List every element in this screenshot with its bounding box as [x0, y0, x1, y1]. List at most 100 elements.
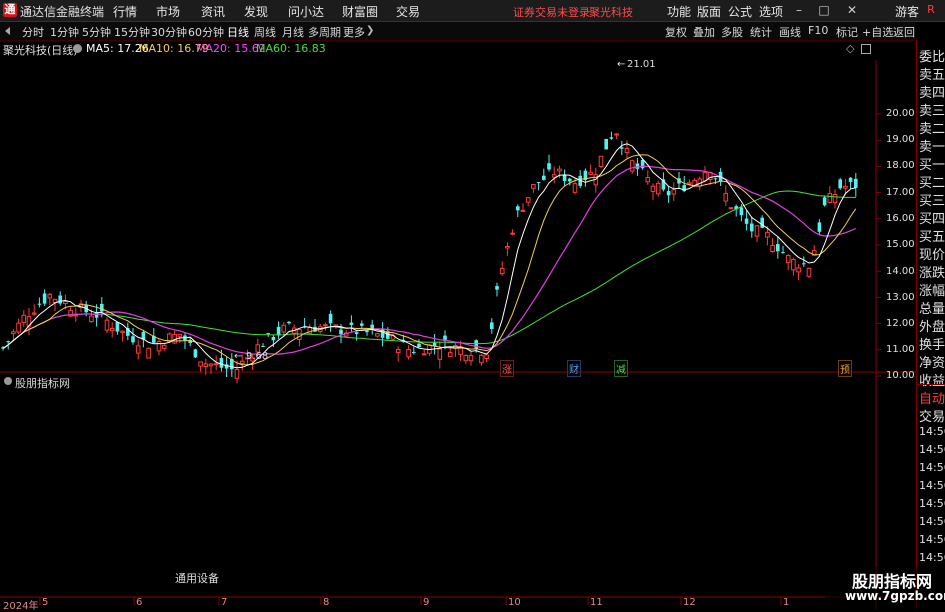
app-name: 通达信金融终端	[20, 5, 105, 19]
diamond-icon[interactable]: ◇	[846, 42, 854, 55]
candle-body	[806, 267, 812, 277]
candle-body	[827, 193, 833, 203]
period-weekly[interactable]: 周线	[254, 24, 276, 40]
window-icon[interactable]	[861, 44, 871, 54]
candle-body	[562, 174, 567, 181]
candle-body	[479, 354, 484, 364]
tool-diejia[interactable]: 叠加	[693, 24, 715, 40]
toolbar-xuanxiang[interactable]: 选项	[759, 3, 783, 20]
more-chevron-icon[interactable]: ❯	[366, 25, 374, 36]
date-label: 11	[590, 597, 603, 608]
toolbar-banmian[interactable]: 版面	[697, 3, 721, 20]
event-marker-cai[interactable]: 财	[567, 360, 581, 377]
candle-body	[354, 332, 359, 335]
tool-huaxian[interactable]: 画线	[779, 24, 801, 40]
guest-label[interactable]: 游客	[895, 3, 919, 20]
price-tick: 17.00	[886, 187, 915, 198]
scroll-left-icon[interactable]	[5, 27, 10, 35]
event-marker-yu[interactable]: 预	[838, 360, 852, 377]
period-monthly[interactable]: 月线	[282, 24, 304, 40]
tool-biaoji[interactable]: 标记	[836, 24, 858, 40]
candle-body	[21, 314, 27, 323]
candle-body	[161, 344, 167, 349]
period-multi[interactable]: 多周期	[308, 24, 341, 40]
candle-body	[365, 330, 369, 333]
candle-body	[58, 295, 62, 304]
candle-body	[525, 197, 531, 203]
menu-jiaoyi[interactable]: 交易	[396, 3, 420, 20]
candle-body	[104, 319, 110, 331]
minimize-icon[interactable]: –	[792, 3, 806, 17]
candle-body	[417, 343, 421, 348]
candle-body	[666, 191, 671, 196]
candle-body	[208, 363, 214, 367]
maximize-icon[interactable]: □	[817, 3, 831, 17]
login-notice[interactable]: 证券交易未登录	[513, 4, 590, 20]
tool-duogu[interactable]: 多股	[721, 24, 743, 40]
broker-name[interactable]: 聚光科技	[589, 4, 633, 20]
candle-body	[198, 361, 203, 367]
period-fenshi[interactable]: 分时	[22, 24, 44, 40]
side-item: 卖三	[919, 104, 945, 119]
candle-body	[760, 217, 764, 228]
close-icon[interactable]: ✕	[845, 3, 859, 17]
candle-body	[510, 232, 515, 235]
side-item: 委比	[919, 50, 945, 65]
price-tick: 16.00	[886, 213, 915, 224]
tool-zixuan[interactable]: +自选	[862, 24, 893, 40]
period-1min[interactable]: 1分钟	[50, 24, 79, 40]
candle-body	[604, 138, 608, 150]
menu-faxian[interactable]: 发现	[244, 3, 268, 20]
toolbar-gongshi[interactable]: 公式	[728, 3, 752, 20]
tool-fanhui[interactable]: 返回	[893, 24, 915, 40]
toolbar-gongneng[interactable]: 功能	[667, 3, 691, 20]
candle-body	[447, 352, 453, 358]
candle-body	[796, 267, 801, 273]
price-tick: 20.00	[886, 108, 915, 119]
candle-body	[406, 349, 411, 358]
auto-toggle[interactable]: 自动	[919, 388, 945, 407]
ma5-line	[2, 143, 856, 369]
candle-body	[744, 218, 749, 224]
period-more[interactable]: 更多	[343, 24, 365, 40]
trade-tab[interactable]: 交易	[919, 406, 945, 425]
watermark-url: www.7gpzb.com	[845, 589, 945, 603]
ma10-line	[2, 154, 857, 366]
candle-body	[770, 244, 775, 253]
tool-tongji[interactable]: 统计	[750, 24, 772, 40]
candle-body	[635, 163, 640, 169]
menu-zixun[interactable]: 资讯	[201, 3, 225, 20]
indicator-name[interactable]: 股朋指标网	[15, 375, 70, 391]
candle-body	[572, 183, 578, 193]
candle-body	[11, 331, 16, 335]
period-5min[interactable]: 5分钟	[82, 24, 111, 40]
tool-f10[interactable]: F10	[808, 24, 828, 37]
period-30min[interactable]: 30分钟	[151, 24, 187, 40]
menu-wenxiaoda[interactable]: 问小达	[288, 3, 324, 20]
candle-body	[463, 354, 469, 362]
side-item: 涨跌	[919, 266, 945, 281]
candle-body	[713, 178, 718, 180]
date-label: 9	[423, 597, 430, 608]
candle-body	[375, 333, 380, 337]
side-item: 收益	[919, 374, 945, 389]
event-marker-zhang[interactable]: 涨	[500, 360, 514, 377]
candle-body	[520, 209, 526, 212]
period-15min[interactable]: 15分钟	[114, 24, 150, 40]
event-marker-jian[interactable]: 减	[614, 360, 628, 377]
tool-fuquan[interactable]: 复权	[665, 24, 687, 40]
side-time: 14:56	[919, 479, 945, 492]
date-label: 12	[683, 597, 696, 608]
menu-caifuquan[interactable]: 财富圈	[342, 3, 378, 20]
candle-body	[531, 184, 536, 189]
indicator-settings-icon[interactable]	[4, 377, 12, 385]
menu-shichang[interactable]: 市场	[156, 3, 180, 20]
settings-dot-icon[interactable]	[73, 44, 82, 53]
side-time: 14:56	[919, 461, 945, 474]
menu-hangqing[interactable]: 行情	[113, 3, 137, 20]
period-60min[interactable]: 60分钟	[188, 24, 224, 40]
candle-body	[802, 263, 806, 265]
period-daily[interactable]: 日线	[227, 24, 249, 40]
candle-body	[557, 168, 562, 172]
price-tick: 15.00	[886, 239, 915, 250]
